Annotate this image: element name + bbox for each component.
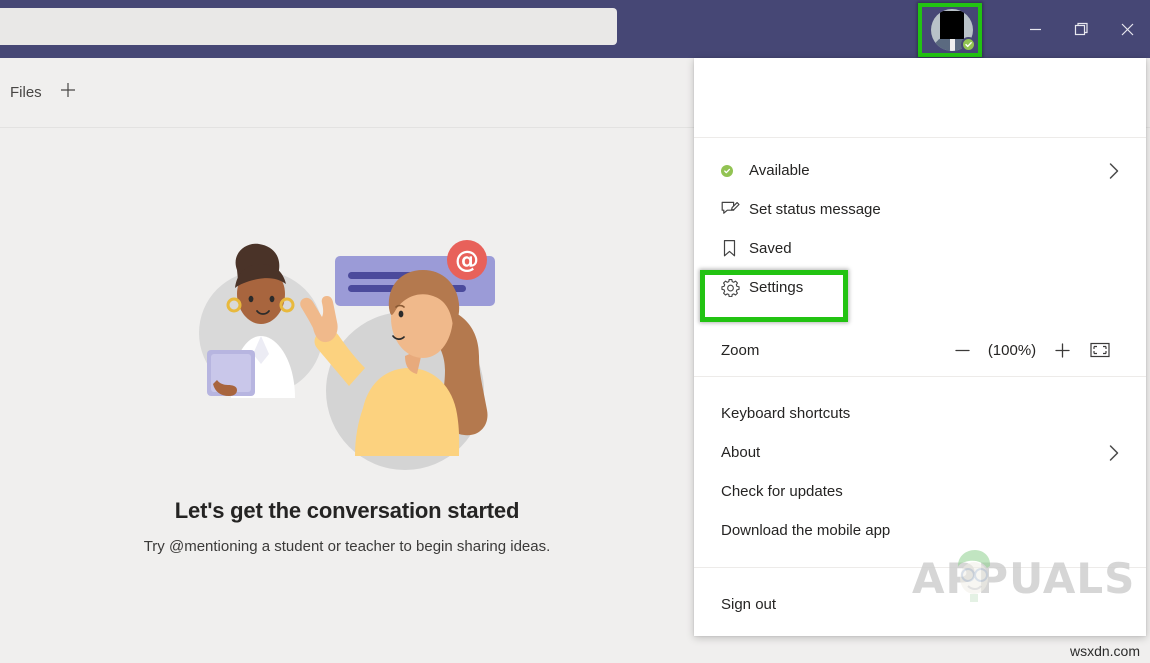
zoom-label: Zoom: [721, 342, 944, 359]
zoom-controls: (100%): [944, 334, 1120, 366]
menu-item-download-mobile-app[interactable]: Download the mobile app: [694, 511, 1146, 550]
site-credit: wsxdn.com: [1070, 643, 1140, 659]
title-bar: [0, 0, 1150, 58]
menu-item-about[interactable]: About: [694, 433, 1146, 472]
svg-text:@: @: [455, 246, 479, 274]
avatar-highlight-box: [918, 3, 982, 57]
menu-item-available[interactable]: Available: [694, 151, 1146, 190]
menu-item-saved[interactable]: Saved: [694, 229, 1146, 268]
chevron-right-icon: [1106, 444, 1122, 462]
fullscreen-icon[interactable]: [1080, 334, 1120, 366]
close-button[interactable]: [1104, 0, 1150, 58]
menu-item-keyboard-shortcuts[interactable]: Keyboard shortcuts: [694, 394, 1146, 433]
menu-item-set-status-message[interactable]: Set status message: [694, 190, 1146, 229]
menu-item-label: Set status message: [749, 201, 1122, 218]
tab-files[interactable]: Files: [10, 84, 42, 101]
gear-icon: [721, 278, 749, 297]
menu-item-label: Keyboard shortcuts: [721, 405, 1122, 422]
menu-item-label: Sign out: [721, 596, 1122, 613]
user-info-block: [694, 58, 1146, 137]
minimize-button[interactable]: [1012, 0, 1058, 58]
menu-item-check-for-updates[interactable]: Check for updates: [694, 472, 1146, 511]
empty-state-subtitle: Try @mentioning a student or teacher to …: [144, 538, 551, 555]
presence-available-icon: [721, 165, 749, 177]
empty-state: @: [0, 208, 694, 555]
conversation-illustration: @: [177, 208, 517, 488]
zoom-in-button[interactable]: [1044, 334, 1080, 366]
menu-item-label: Available: [749, 162, 1106, 179]
search-input[interactable]: [0, 8, 617, 45]
chevron-right-icon: [1106, 162, 1122, 180]
close-icon: [1120, 22, 1135, 37]
zoom-control-row: Zoom (100%): [694, 324, 1146, 376]
menu-item-sign-out[interactable]: Sign out: [694, 585, 1146, 624]
avatar-button[interactable]: [918, 3, 982, 57]
zoom-level-value: (100%): [980, 342, 1044, 359]
add-tab-button[interactable]: [56, 81, 80, 105]
menu-item-label: Settings: [749, 279, 1122, 296]
empty-state-title: Let's get the conversation started: [175, 498, 519, 524]
menu-item-settings[interactable]: Settings: [694, 268, 1146, 307]
teams-window: Files @: [0, 0, 1150, 663]
menu-spacer: [694, 377, 1146, 394]
plus-icon: [59, 81, 77, 104]
menu-item-label: Saved: [749, 240, 1122, 257]
search-box[interactable]: [0, 8, 617, 45]
menu-item-label: Check for updates: [721, 483, 1122, 500]
menu-spacer: [694, 550, 1146, 567]
profile-dropdown-menu: Available Set status message Saved: [694, 58, 1146, 636]
status-message-icon: [721, 200, 749, 219]
zoom-out-button[interactable]: [944, 334, 980, 366]
bookmark-icon: [721, 239, 749, 258]
menu-spacer: [694, 138, 1146, 151]
maximize-button[interactable]: [1058, 0, 1104, 58]
window-controls: [1012, 0, 1150, 58]
menu-item-label: About: [721, 444, 1106, 461]
menu-item-label: Download the mobile app: [721, 522, 1122, 539]
restore-icon: [1074, 22, 1089, 37]
minimize-icon: [1029, 23, 1042, 36]
menu-spacer: [694, 307, 1146, 324]
menu-spacer: [694, 568, 1146, 585]
